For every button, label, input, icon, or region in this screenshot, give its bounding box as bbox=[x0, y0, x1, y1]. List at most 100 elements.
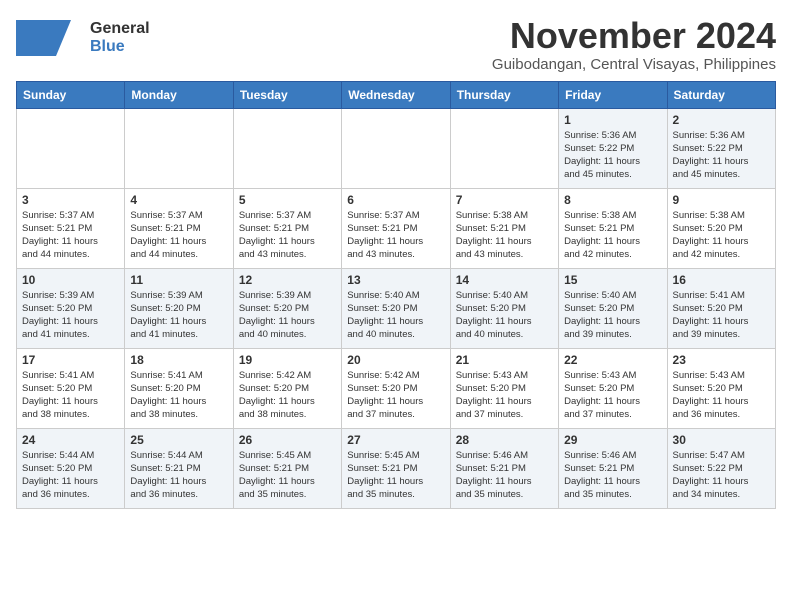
calendar-cell: 30 Sunrise: 5:47 AM Sunset: 5:22 PM Dayli… bbox=[667, 428, 775, 508]
calendar-cell bbox=[17, 108, 125, 188]
day-number: 5 bbox=[239, 193, 336, 207]
calendar-cell: 5Sunrise: 5:37 AM Sunset: 5:21 PM Daylig… bbox=[233, 188, 341, 268]
day-number: 13 bbox=[347, 273, 444, 287]
day-info: Sunrise: 5:36 AM Sunset: 5:22 PM Dayligh… bbox=[673, 129, 770, 182]
calendar-cell: 16Sunrise: 5:41 AM Sunset: 5:20 PM Dayli… bbox=[667, 268, 775, 348]
calendar-cell: 8 Sunrise: 5:38 AM Sunset: 5:21 PM Daylig… bbox=[559, 188, 667, 268]
logo-blue: Blue bbox=[90, 38, 150, 56]
day-info: Sunrise: 5:40 AM Sunset: 5:20 PM Dayligh… bbox=[456, 289, 553, 342]
calendar-cell: 17 Sunrise: 5:41 AM Sunset: 5:20 PM Dayli… bbox=[17, 348, 125, 428]
day-info: Sunrise: 5:43 AM Sunset: 5:20 PM Dayligh… bbox=[673, 369, 770, 422]
day-number: 29 bbox=[564, 433, 661, 447]
calendar-header: SundayMondayTuesdayWednesdayThursdayFrid… bbox=[17, 81, 776, 108]
day-number: 24 bbox=[22, 433, 119, 447]
day-number: 21 bbox=[456, 353, 553, 367]
day-number: 17 bbox=[22, 353, 119, 367]
day-number: 25 bbox=[130, 433, 227, 447]
day-info: Sunrise: 5:39 AM Sunset: 5:20 PM Dayligh… bbox=[239, 289, 336, 342]
weekday-header-row: SundayMondayTuesdayWednesdayThursdayFrid… bbox=[17, 81, 776, 108]
day-info: Sunrise: 5:37 AM Sunset: 5:21 PM Dayligh… bbox=[347, 209, 444, 262]
calendar-cell: 25 Sunrise: 5:44 AM Sunset: 5:21 PM Dayli… bbox=[125, 428, 233, 508]
day-number: 12 bbox=[239, 273, 336, 287]
calendar-cell: 29 Sunrise: 5:46 AM Sunset: 5:21 PM Dayli… bbox=[559, 428, 667, 508]
day-number: 14 bbox=[456, 273, 553, 287]
day-number: 1 bbox=[564, 113, 661, 127]
logo: General Blue bbox=[16, 16, 150, 60]
calendar-cell: 20Sunrise: 5:42 AM Sunset: 5:20 PM Dayli… bbox=[342, 348, 450, 428]
day-number: 10 bbox=[22, 273, 119, 287]
weekday-header-friday: Friday bbox=[559, 81, 667, 108]
day-info: Sunrise: 5:39 AM Sunset: 5:20 PM Dayligh… bbox=[22, 289, 119, 342]
calendar-cell bbox=[125, 108, 233, 188]
day-number: 28 bbox=[456, 433, 553, 447]
day-info: Sunrise: 5:46 AM Sunset: 5:21 PM Dayligh… bbox=[564, 449, 661, 502]
calendar-cell: 24 Sunrise: 5:44 AM Sunset: 5:20 PM Dayli… bbox=[17, 428, 125, 508]
calendar-cell: 15 Sunrise: 5:40 AM Sunset: 5:20 PM Dayli… bbox=[559, 268, 667, 348]
day-info: Sunrise: 5:38 AM Sunset: 5:21 PM Dayligh… bbox=[456, 209, 553, 262]
calendar-cell: 6 Sunrise: 5:37 AM Sunset: 5:21 PM Daylig… bbox=[342, 188, 450, 268]
day-number: 15 bbox=[564, 273, 661, 287]
day-number: 30 bbox=[673, 433, 770, 447]
calendar-cell: 12 Sunrise: 5:39 AM Sunset: 5:20 PM Dayli… bbox=[233, 268, 341, 348]
day-number: 23 bbox=[673, 353, 770, 367]
calendar-week-row: 10 Sunrise: 5:39 AM Sunset: 5:20 PM Dayli… bbox=[17, 268, 776, 348]
day-info: Sunrise: 5:38 AM Sunset: 5:21 PM Dayligh… bbox=[564, 209, 661, 262]
page-header: General Blue November 2024 Guibodangan, … bbox=[16, 16, 776, 73]
weekday-header-wednesday: Wednesday bbox=[342, 81, 450, 108]
day-info: Sunrise: 5:40 AM Sunset: 5:20 PM Dayligh… bbox=[347, 289, 444, 342]
day-number: 11 bbox=[130, 273, 227, 287]
day-info: Sunrise: 5:41 AM Sunset: 5:20 PM Dayligh… bbox=[22, 369, 119, 422]
calendar-cell: 19 Sunrise: 5:42 AM Sunset: 5:20 PM Dayli… bbox=[233, 348, 341, 428]
calendar-cell: 13 Sunrise: 5:40 AM Sunset: 5:20 PM Dayli… bbox=[342, 268, 450, 348]
day-number: 7 bbox=[456, 193, 553, 207]
day-number: 2 bbox=[673, 113, 770, 127]
calendar-cell: 18 Sunrise: 5:41 AM Sunset: 5:20 PM Dayli… bbox=[125, 348, 233, 428]
day-number: 6 bbox=[347, 193, 444, 207]
day-info: Sunrise: 5:46 AM Sunset: 5:21 PM Dayligh… bbox=[456, 449, 553, 502]
day-info: Sunrise: 5:39 AM Sunset: 5:20 PM Dayligh… bbox=[130, 289, 227, 342]
day-number: 20 bbox=[347, 353, 444, 367]
day-info: Sunrise: 5:45 AM Sunset: 5:21 PM Dayligh… bbox=[239, 449, 336, 502]
calendar-cell: 9 Sunrise: 5:38 AM Sunset: 5:20 PM Daylig… bbox=[667, 188, 775, 268]
calendar-table: SundayMondayTuesdayWednesdayThursdayFrid… bbox=[16, 81, 776, 509]
day-number: 8 bbox=[564, 193, 661, 207]
day-number: 18 bbox=[130, 353, 227, 367]
calendar-cell: 1Sunrise: 5:36 AM Sunset: 5:22 PM Daylig… bbox=[559, 108, 667, 188]
calendar-cell: 2 Sunrise: 5:36 AM Sunset: 5:22 PM Daylig… bbox=[667, 108, 775, 188]
day-info: Sunrise: 5:44 AM Sunset: 5:21 PM Dayligh… bbox=[130, 449, 227, 502]
day-info: Sunrise: 5:44 AM Sunset: 5:20 PM Dayligh… bbox=[22, 449, 119, 502]
day-info: Sunrise: 5:43 AM Sunset: 5:20 PM Dayligh… bbox=[456, 369, 553, 422]
day-info: Sunrise: 5:42 AM Sunset: 5:20 PM Dayligh… bbox=[239, 369, 336, 422]
calendar-cell bbox=[342, 108, 450, 188]
calendar-cell: 7 Sunrise: 5:38 AM Sunset: 5:21 PM Daylig… bbox=[450, 188, 558, 268]
location: Guibodangan, Central Visayas, Philippine… bbox=[492, 56, 776, 73]
day-info: Sunrise: 5:45 AM Sunset: 5:21 PM Dayligh… bbox=[347, 449, 444, 502]
calendar-cell: 26 Sunrise: 5:45 AM Sunset: 5:21 PM Dayli… bbox=[233, 428, 341, 508]
calendar-week-row: 1 Sunrise: 5:36 AM Sunset: 5:22 PM Daylig… bbox=[17, 108, 776, 188]
day-info: Sunrise: 5:41 AM Sunset: 5:20 PM Dayligh… bbox=[130, 369, 227, 422]
day-number: 19 bbox=[239, 353, 336, 367]
day-number: 4 bbox=[130, 193, 227, 207]
calendar-cell: 14 Sunrise: 5:40 AM Sunset: 5:20 PM Dayli… bbox=[450, 268, 558, 348]
day-number: 27 bbox=[347, 433, 444, 447]
weekday-header-tuesday: Tuesday bbox=[233, 81, 341, 108]
calendar-cell: 10 Sunrise: 5:39 AM Sunset: 5:20 PM Dayli… bbox=[17, 268, 125, 348]
logo-general: General bbox=[90, 20, 150, 38]
weekday-header-monday: Monday bbox=[125, 81, 233, 108]
calendar-week-row: 3Sunrise: 5:37 AM Sunset: 5:21 PM Daylig… bbox=[17, 188, 776, 268]
calendar-cell: 11 Sunrise: 5:39 AM Sunset: 5:20 PM Dayli… bbox=[125, 268, 233, 348]
day-info: Sunrise: 5:47 AM Sunset: 5:22 PM Dayligh… bbox=[673, 449, 770, 502]
day-info: Sunrise: 5:37 AM Sunset: 5:21 PM Dayligh… bbox=[130, 209, 227, 262]
weekday-header-saturday: Saturday bbox=[667, 81, 775, 108]
day-info: Sunrise: 5:43 AM Sunset: 5:20 PM Dayligh… bbox=[564, 369, 661, 422]
day-number: 26 bbox=[239, 433, 336, 447]
day-info: Sunrise: 5:40 AM Sunset: 5:20 PM Dayligh… bbox=[564, 289, 661, 342]
day-info: Sunrise: 5:38 AM Sunset: 5:20 PM Dayligh… bbox=[673, 209, 770, 262]
day-number: 16 bbox=[673, 273, 770, 287]
calendar-cell: 3Sunrise: 5:37 AM Sunset: 5:21 PM Daylig… bbox=[17, 188, 125, 268]
day-number: 9 bbox=[673, 193, 770, 207]
calendar-cell: 28 Sunrise: 5:46 AM Sunset: 5:21 PM Dayli… bbox=[450, 428, 558, 508]
title-area: November 2024 Guibodangan, Central Visay… bbox=[492, 16, 776, 73]
weekday-header-sunday: Sunday bbox=[17, 81, 125, 108]
logo-text-group: General Blue bbox=[90, 20, 150, 55]
